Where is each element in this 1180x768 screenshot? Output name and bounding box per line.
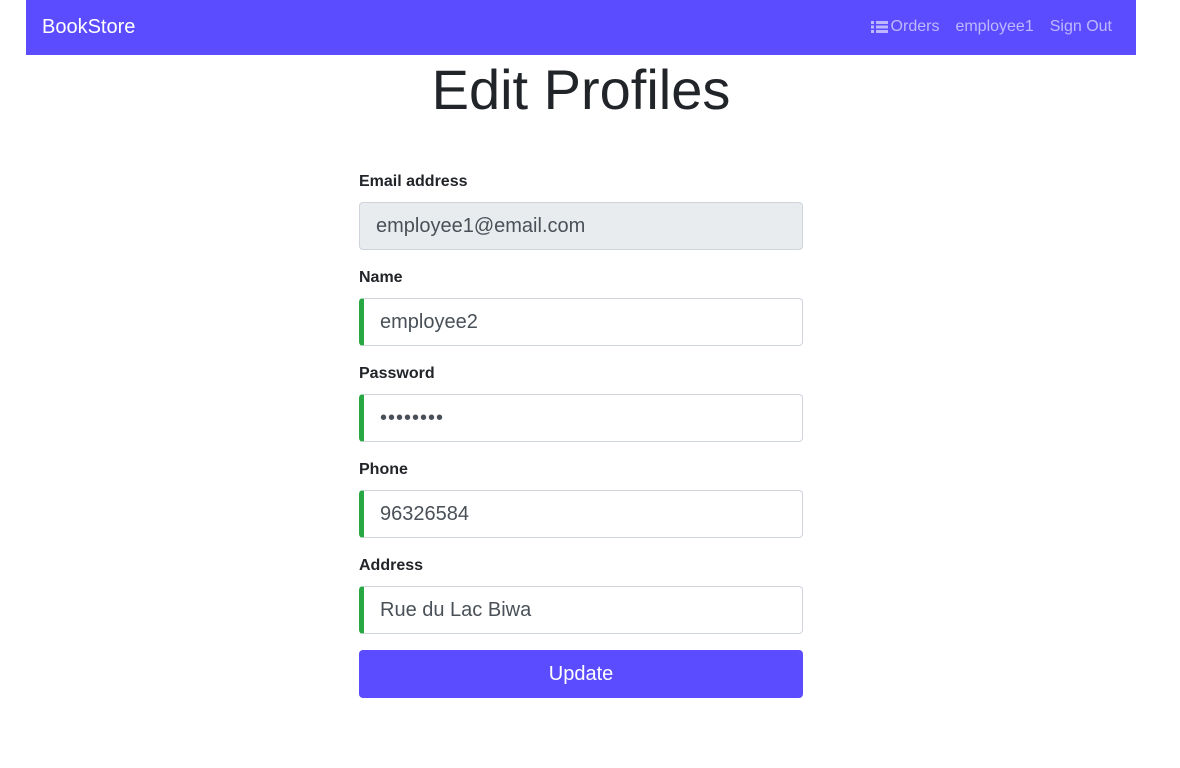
email-field-group: Email address bbox=[359, 172, 803, 250]
brand-link[interactable]: BookStore bbox=[42, 15, 135, 39]
password-input[interactable] bbox=[359, 394, 803, 442]
name-input[interactable] bbox=[359, 298, 803, 346]
nav-sign-out-link[interactable]: Sign Out bbox=[1050, 17, 1112, 37]
list-icon bbox=[870, 20, 888, 34]
nav-links: Orders employee1 Sign Out bbox=[870, 17, 1112, 37]
name-field-group: Name bbox=[359, 268, 803, 346]
navbar: BookStore Orders employee1 Sign Out bbox=[26, 0, 1136, 55]
nav-user-link[interactable]: employee1 bbox=[955, 17, 1033, 37]
address-field-group: Address bbox=[359, 556, 803, 634]
edit-profile-form: Email address Name Password Phone Addres… bbox=[359, 172, 803, 698]
name-label: Name bbox=[359, 269, 403, 286]
phone-field-group: Phone bbox=[359, 460, 803, 538]
phone-input[interactable] bbox=[359, 490, 803, 538]
nav-orders-label: Orders bbox=[890, 18, 940, 35]
update-button[interactable]: Update bbox=[359, 650, 803, 698]
password-field-group: Password bbox=[359, 364, 803, 442]
email-label: Email address bbox=[359, 173, 468, 190]
nav-orders-link[interactable]: Orders bbox=[870, 17, 940, 37]
phone-label: Phone bbox=[359, 461, 408, 478]
address-label: Address bbox=[359, 557, 424, 574]
email-input[interactable] bbox=[359, 202, 803, 250]
page-title: Edit Profiles bbox=[431, 58, 731, 121]
password-label: Password bbox=[359, 365, 435, 382]
address-input[interactable] bbox=[359, 586, 803, 634]
